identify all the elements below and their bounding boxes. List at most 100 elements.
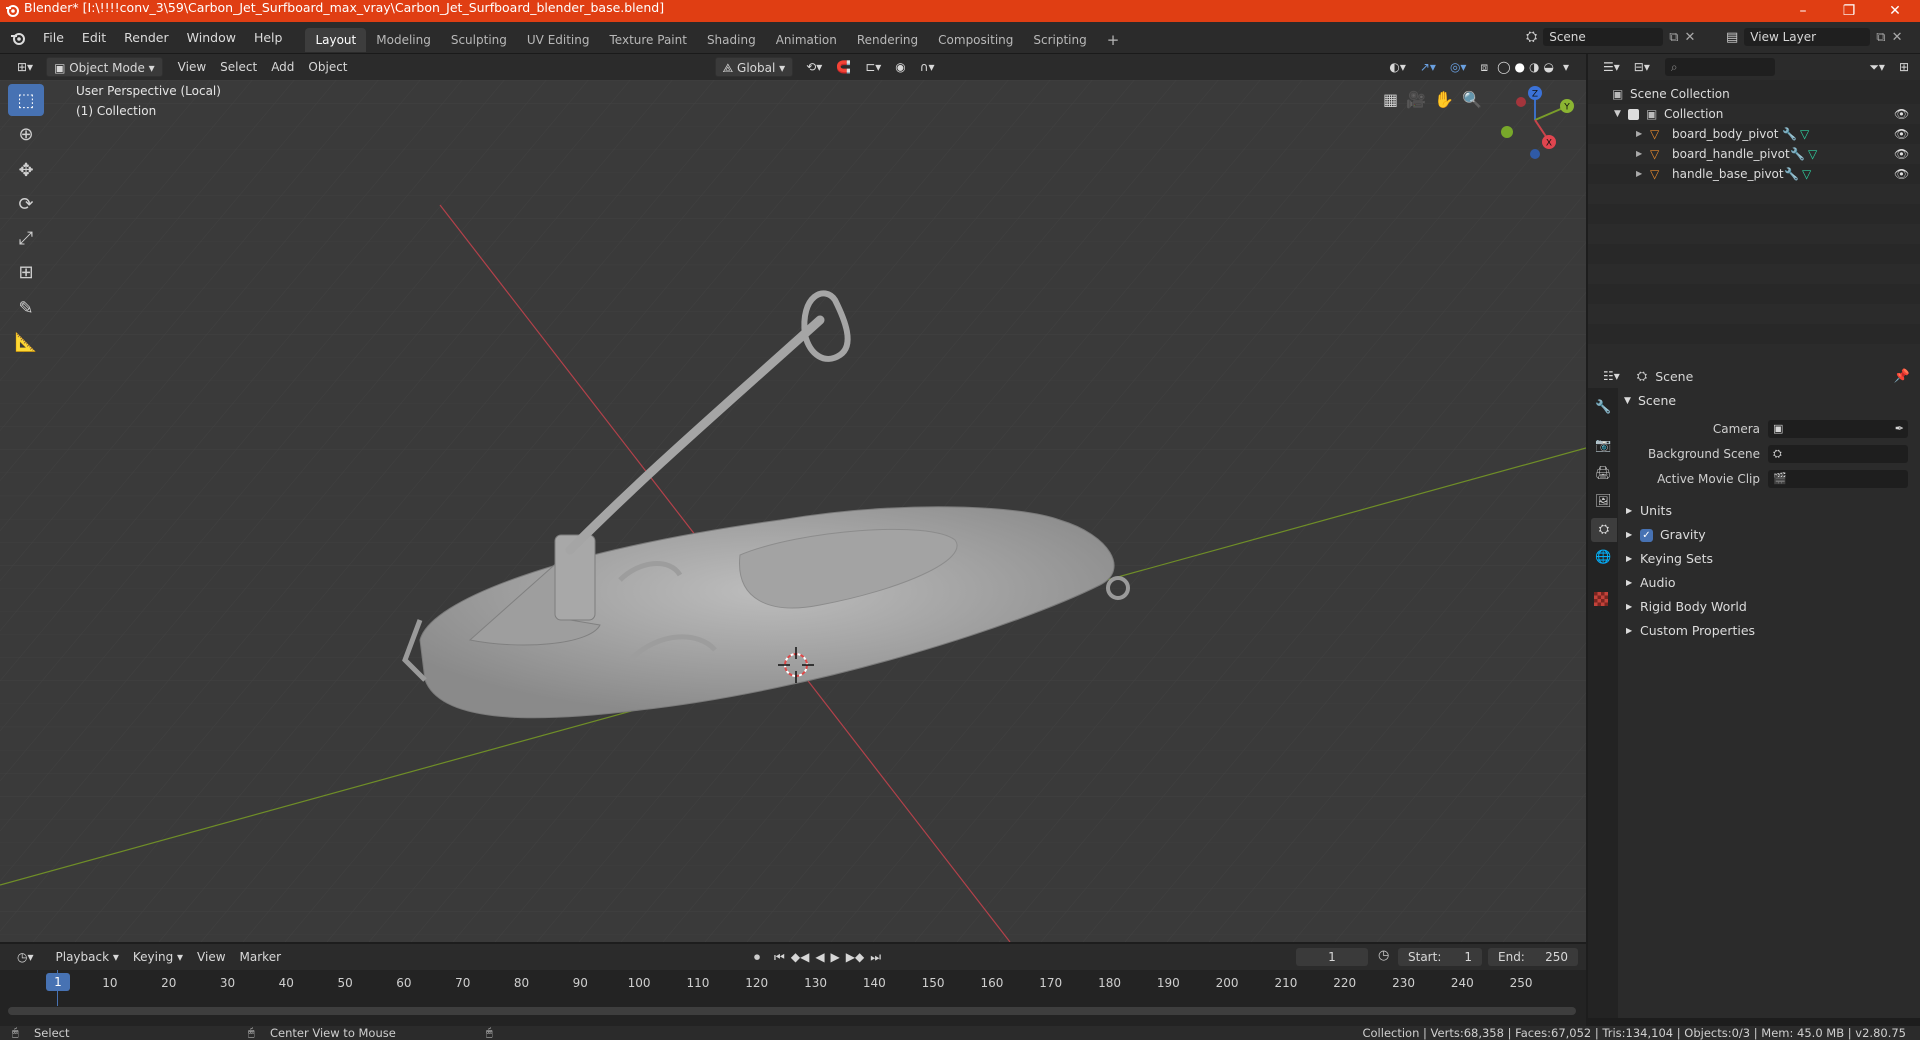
tab-compositing[interactable]: Compositing: [928, 28, 1023, 52]
scene-section-header[interactable]: ▼ Scene: [1618, 390, 1920, 412]
outliner-row-object[interactable]: ▶ ▽ handle_base_pivot 🔧 ▽ 👁: [1588, 164, 1920, 184]
view-menu[interactable]: View: [171, 57, 213, 77]
maximize-button[interactable]: ❐: [1826, 0, 1872, 22]
rigid-body-world-section[interactable]: ▶ Rigid Body World: [1618, 596, 1920, 618]
select-box-tool-icon[interactable]: ⬚: [8, 84, 44, 116]
menu-render[interactable]: Render: [115, 26, 178, 50]
zoom-view-icon[interactable]: 🔍: [1462, 90, 1482, 109]
add-menu[interactable]: Add: [264, 57, 301, 77]
scale-tool-icon[interactable]: ⤢: [8, 222, 44, 254]
play-icon[interactable]: ▶: [831, 950, 840, 964]
expand-arrow-icon[interactable]: ▶: [1636, 144, 1642, 164]
solid-shading-icon[interactable]: ●: [1513, 57, 1527, 77]
timeline-editor-type-icon[interactable]: ◷▾: [10, 947, 41, 967]
render-tab-icon[interactable]: 📷: [1595, 438, 1611, 453]
new-collection-icon[interactable]: ⊞: [1892, 57, 1916, 77]
menu-help[interactable]: Help: [245, 26, 292, 50]
properties-editor-type-icon[interactable]: ☷▾: [1596, 366, 1627, 386]
world-tab-icon[interactable]: 🌐: [1595, 550, 1611, 565]
select-menu[interactable]: Select: [213, 57, 264, 77]
outliner-search-input[interactable]: ⌕: [1664, 58, 1775, 76]
blender-menu-icon[interactable]: [10, 31, 26, 45]
object-mode-dropdown[interactable]: ▣ Object Mode ▾: [46, 57, 163, 77]
view-layer-copy-icon[interactable]: ⧉: [1876, 30, 1885, 45]
editor-type-icon[interactable]: ⊞▾: [10, 57, 40, 77]
transform-tool-icon[interactable]: ⊞: [8, 256, 44, 288]
modifier-wrench-icon[interactable]: 🔧: [1782, 124, 1797, 144]
outliner-filter-icon[interactable]: ⏷▾: [1862, 57, 1892, 77]
keying-sets-section[interactable]: ▶ Keying Sets: [1618, 548, 1920, 570]
visibility-icon[interactable]: ◐▾: [1382, 57, 1413, 77]
keying-menu[interactable]: Keying ▾: [126, 947, 190, 967]
wireframe-shading-icon[interactable]: ◯: [1495, 57, 1512, 77]
gizmo-toggle-icon[interactable]: ↗▾: [1413, 57, 1443, 77]
output-tab-icon[interactable]: 🖨: [1595, 466, 1612, 481]
end-frame-field[interactable]: End: 250: [1488, 948, 1578, 966]
cursor-tool-icon[interactable]: ⊕: [8, 118, 44, 150]
outliner-row-object[interactable]: ▶ ▽ board_body_pivot 🔧 ▽ 👁: [1588, 124, 1920, 144]
snap-target-icon[interactable]: ⊏▾: [858, 57, 888, 77]
next-keyframe-icon[interactable]: ▶◆: [846, 950, 864, 964]
play-reverse-icon[interactable]: ◀: [815, 950, 824, 964]
jump-start-icon[interactable]: ⏮: [774, 950, 785, 965]
overlay-toggle-icon[interactable]: ◎▾: [1443, 57, 1474, 77]
gravity-checkbox[interactable]: ✓: [1640, 529, 1653, 542]
tab-texture-paint[interactable]: Texture Paint: [600, 28, 697, 52]
current-frame-field[interactable]: 1: [1296, 948, 1368, 966]
visibility-eye-icon[interactable]: 👁: [1894, 144, 1909, 164]
record-icon[interactable]: ⏺: [754, 950, 760, 965]
visibility-eye-icon[interactable]: 👁: [1894, 104, 1909, 124]
expand-arrow-icon[interactable]: ▼: [1614, 104, 1621, 124]
view-layer-selector[interactable]: ▤ View Layer ⧉ ✕: [1726, 26, 1903, 48]
shading-options-icon[interactable]: ▾: [1556, 57, 1576, 77]
tab-shading[interactable]: Shading: [697, 28, 766, 52]
add-workspace-button[interactable]: +: [1097, 28, 1130, 52]
visibility-eye-icon[interactable]: 👁: [1894, 124, 1909, 144]
marker-menu[interactable]: Marker: [233, 947, 288, 967]
eyedropper-icon[interactable]: ✒: [1895, 418, 1904, 440]
rendered-shading-icon[interactable]: ◒: [1541, 57, 1555, 77]
pin-icon[interactable]: 📌: [1894, 369, 1910, 384]
tab-sculpting[interactable]: Sculpting: [441, 28, 517, 52]
exclude-checkbox[interactable]: [1628, 109, 1639, 120]
texture-tab-icon[interactable]: [1594, 592, 1608, 606]
scene-name-field[interactable]: Scene: [1543, 28, 1664, 46]
tab-animation[interactable]: Animation: [766, 28, 847, 52]
preview-range-icon[interactable]: ◷: [1378, 948, 1389, 963]
jump-end-icon[interactable]: ⏭: [870, 950, 881, 965]
measure-tool-icon[interactable]: 📐: [8, 326, 44, 358]
camera-view-icon[interactable]: 🎥: [1406, 90, 1426, 109]
material-shading-icon[interactable]: ◑: [1527, 57, 1541, 77]
scene-tab-icon[interactable]: ⛭: [1591, 518, 1617, 542]
scene-selector[interactable]: ⛭ Scene ⧉ ✕: [1526, 26, 1695, 48]
gizmo-neg-x-icon[interactable]: [1516, 97, 1526, 107]
expand-arrow-icon[interactable]: ▶: [1636, 164, 1642, 184]
toggle-perspective-icon[interactable]: ▦: [1383, 90, 1398, 109]
tab-rendering[interactable]: Rendering: [847, 28, 928, 52]
playhead-handle[interactable]: 1: [46, 973, 70, 991]
view-layer-remove-icon[interactable]: ✕: [1892, 30, 1903, 45]
timeline-scrollbar[interactable]: [8, 1007, 1576, 1015]
mesh-data-icon[interactable]: ▽: [1802, 164, 1811, 184]
mesh-data-icon[interactable]: ▽: [1808, 144, 1817, 164]
annotate-tool-icon[interactable]: ✎: [8, 292, 44, 324]
object-menu[interactable]: Object: [301, 57, 354, 77]
tool-tab-icon[interactable]: 🔧: [1595, 400, 1611, 415]
tab-modeling[interactable]: Modeling: [366, 28, 441, 52]
gizmo-neg-y-icon[interactable]: [1501, 126, 1513, 138]
3d-viewport[interactable]: Z Y X User Perspective (Local) (1) Colle…: [0, 80, 1586, 942]
timeline-body[interactable]: 10 20 30 40 50 60 70 80 90 100 110 120 1…: [0, 970, 1586, 1026]
gizmo-neg-z-icon[interactable]: [1530, 149, 1540, 159]
move-tool-icon[interactable]: ✥: [8, 154, 44, 186]
pivot-point-icon[interactable]: ⟲▾: [799, 57, 829, 77]
outliner-row-scene-collection[interactable]: ▣ Scene Collection: [1588, 84, 1920, 104]
modifier-wrench-icon[interactable]: 🔧: [1790, 144, 1805, 164]
pan-view-icon[interactable]: ✋: [1434, 90, 1454, 109]
background-scene-field[interactable]: ⛭: [1768, 445, 1908, 463]
tab-uv-editing[interactable]: UV Editing: [517, 28, 600, 52]
active-movie-clip-field[interactable]: 🎬: [1768, 470, 1908, 488]
gravity-section[interactable]: ▶ ✓ Gravity: [1618, 524, 1920, 546]
proportional-falloff-icon[interactable]: ∩▾: [913, 57, 942, 77]
visibility-eye-icon[interactable]: 👁: [1894, 164, 1909, 184]
prev-keyframe-icon[interactable]: ◆◀: [791, 950, 809, 964]
